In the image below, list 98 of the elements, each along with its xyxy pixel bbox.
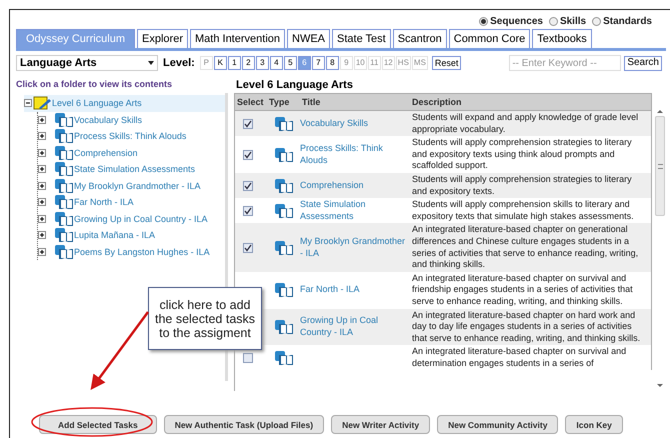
tab[interactable]: Explorer bbox=[137, 29, 188, 48]
task-link[interactable]: State Simulation Assessments bbox=[300, 199, 406, 222]
checkbox[interactable] bbox=[243, 206, 253, 216]
description-text: An integrated literature-based chapter on survival and friendship engages students in a series of activities that serve to enhance reading, writing, and thinking skills. bbox=[412, 272, 634, 308]
expand-icon[interactable] bbox=[38, 182, 46, 190]
description-text: An integrated literature-based chapter on hard work and day to day life engages students in a series of activities that serve to enhance reading, writing, and thinking skills. bbox=[412, 310, 642, 344]
tab[interactable]: Common Core bbox=[448, 29, 530, 48]
checkbox[interactable] bbox=[243, 242, 253, 253]
action-button[interactable]: Add Selected Tasks bbox=[39, 415, 157, 434]
book-icon bbox=[275, 240, 293, 255]
subject-dropdown[interactable]: Language Arts bbox=[16, 55, 158, 71]
collapse-icon[interactable] bbox=[24, 99, 32, 108]
book-icon bbox=[275, 148, 293, 162]
level-button[interactable]: 3 bbox=[256, 56, 269, 70]
expand-icon[interactable] bbox=[38, 248, 46, 256]
book-folder-icon bbox=[55, 162, 73, 176]
task-link[interactable]: Comprehension bbox=[300, 180, 364, 192]
caret-icon bbox=[148, 61, 154, 65]
description-text: An integrated literature-based chapter on generational differences and Chinese culture engages students in a series of activities that serve to enhance reading, writing, and thinking skills. bbox=[412, 224, 640, 271]
book-folder-icon bbox=[55, 129, 73, 144]
book-folder-icon bbox=[55, 212, 73, 226]
tab[interactable]: Scantron bbox=[392, 29, 447, 48]
action-button[interactable]: New Writer Activity bbox=[331, 415, 430, 434]
tab[interactable]: Math Intervention bbox=[190, 29, 285, 48]
level-button[interactable]: 2 bbox=[242, 56, 255, 70]
action-button[interactable]: Icon Key bbox=[565, 415, 623, 434]
tree-item[interactable]: State Simulation Assessments bbox=[38, 161, 225, 178]
action-button[interactable]: New Authentic Task (Upload Files) bbox=[164, 415, 324, 434]
radio-button[interactable] bbox=[592, 17, 602, 26]
description-text: Students will apply comprehension strategies to literary and expository texts using think aloud prompts and scaffolded support. bbox=[412, 137, 633, 172]
expand-icon[interactable] bbox=[38, 198, 46, 206]
radio-button[interactable] bbox=[479, 17, 488, 26]
description-text: Students will expand and apply knowledge of grade level appropriate vocabulary. bbox=[412, 112, 640, 136]
expand-icon[interactable] bbox=[38, 231, 46, 240]
tree-hint: Click on a folder to view its contents bbox=[16, 79, 174, 89]
book-folder-icon bbox=[55, 228, 73, 242]
tree-item[interactable]: Far North - ILA bbox=[38, 194, 225, 210]
tree-item[interactable]: Level 6 Language Arts bbox=[24, 95, 225, 112]
tree-item[interactable]: Process Skills: Think Alouds bbox=[38, 128, 225, 144]
book-icon bbox=[275, 283, 293, 298]
expand-icon[interactable] bbox=[38, 165, 46, 174]
level-button[interactable]: 7 bbox=[312, 56, 325, 70]
expand-icon[interactable] bbox=[38, 148, 46, 157]
level-button[interactable]: 8 bbox=[326, 56, 339, 70]
column-header: Type bbox=[268, 97, 290, 107]
book-folder-icon bbox=[55, 112, 73, 127]
checkbox[interactable] bbox=[243, 118, 253, 129]
radio-label[interactable]: Skills bbox=[560, 16, 586, 27]
task-link[interactable]: Growing Up in Coal Country - ILA bbox=[300, 315, 406, 338]
reset-button[interactable]: Reset bbox=[432, 56, 462, 70]
book-icon bbox=[275, 204, 293, 218]
book-folder-icon bbox=[55, 178, 73, 193]
column-header: Description bbox=[411, 97, 463, 107]
book-icon bbox=[275, 116, 293, 131]
task-link[interactable]: Process Skills: Think Alouds bbox=[300, 142, 406, 166]
tab[interactable]: NWEA bbox=[287, 29, 330, 48]
tree-item[interactable]: Growing Up in Coal Country - ILA bbox=[38, 210, 225, 227]
expand-icon[interactable] bbox=[38, 116, 46, 124]
column-header: Title bbox=[301, 97, 322, 107]
description-text: Students will apply comprehension skills to literary and expository texts that simulate high stakes assessments. bbox=[412, 199, 635, 222]
tree-item[interactable]: My Brooklyn Grandmother - ILA bbox=[38, 178, 225, 194]
description-text: Students will apply comprehension strategies to literary and expository texts. bbox=[412, 174, 633, 198]
folder-icon bbox=[33, 96, 51, 110]
search-button[interactable]: Search bbox=[624, 56, 662, 70]
level-button[interactable]: 4 bbox=[270, 56, 283, 70]
expand-icon[interactable] bbox=[38, 214, 46, 223]
action-button[interactable]: New Community Activity bbox=[437, 415, 558, 434]
book-icon bbox=[275, 178, 293, 193]
tab[interactable]: State Test bbox=[332, 29, 391, 48]
checkbox[interactable] bbox=[243, 150, 253, 160]
expand-icon[interactable] bbox=[38, 132, 46, 140]
task-link[interactable]: My Brooklyn Grandmother - ILA bbox=[300, 236, 406, 260]
description-text: An integrated literature-based chapter on survival and determination engages students in a series of bbox=[412, 346, 628, 370]
keyword-field[interactable]: -- Enter Keyword -- bbox=[509, 55, 622, 71]
task-link[interactable]: Vocabulary Skills bbox=[300, 118, 368, 130]
level-button[interactable]: 5 bbox=[284, 56, 297, 70]
task-link[interactable]: Far North - ILA bbox=[300, 284, 360, 296]
book-icon bbox=[275, 350, 293, 365]
tree-item[interactable]: Poems By Langston Hughes - ILA bbox=[38, 244, 225, 260]
level-button[interactable]: K bbox=[214, 56, 227, 70]
book-folder-icon bbox=[55, 244, 73, 259]
tree-item[interactable]: Lupita Mañana - ILA bbox=[38, 227, 225, 244]
level-label: Level: bbox=[163, 57, 195, 69]
book-icon bbox=[275, 320, 293, 334]
radio-button[interactable] bbox=[548, 17, 558, 26]
checkbox[interactable] bbox=[243, 180, 253, 191]
radio-label[interactable]: Sequences bbox=[490, 16, 543, 27]
radio-label[interactable]: Standards bbox=[603, 16, 652, 27]
book-folder-icon bbox=[55, 146, 73, 160]
checkbox[interactable] bbox=[243, 352, 253, 363]
tree-item[interactable]: Vocabulary Skills bbox=[38, 112, 225, 128]
table-heading: Level 6 Language Arts bbox=[236, 79, 354, 91]
level-button[interactable]: 1 bbox=[228, 56, 241, 70]
book-folder-icon bbox=[55, 195, 73, 210]
column-header: Select bbox=[236, 97, 265, 107]
tree-item[interactable]: Comprehension bbox=[38, 144, 225, 161]
callout-text: click here to add the selected tasks to the assigment bbox=[148, 287, 262, 350]
tab[interactable]: Textbooks bbox=[532, 29, 592, 48]
